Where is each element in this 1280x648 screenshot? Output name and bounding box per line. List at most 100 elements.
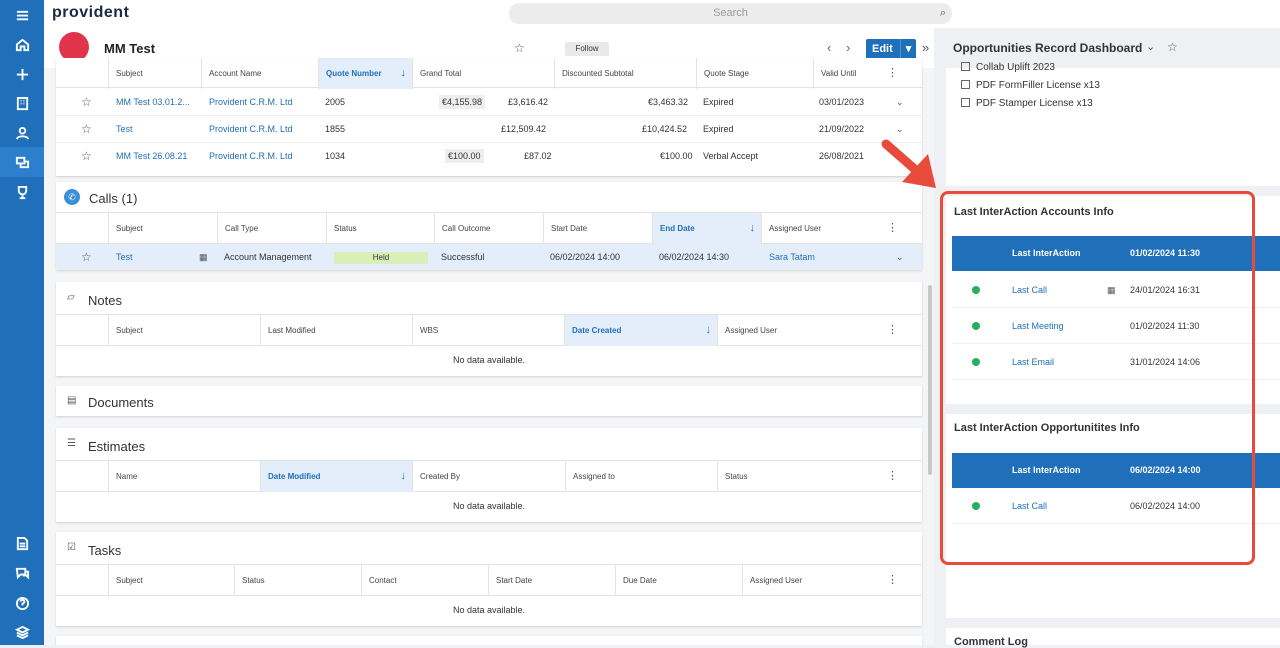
chevron-down-icon[interactable]: ▾ bbox=[900, 39, 916, 59]
sort-arrow-icon[interactable]: ↓ bbox=[401, 58, 407, 89]
comment-log-title[interactable]: Comment Log bbox=[954, 636, 1028, 648]
quote-number: 1855 bbox=[325, 124, 346, 134]
column-date-created[interactable]: Date Created ↓ bbox=[564, 315, 717, 346]
quote-subject-link[interactable]: MM Test 03.01.2... bbox=[116, 89, 190, 116]
column-date-modified[interactable]: Date Modified ↓ bbox=[260, 461, 412, 492]
column-status[interactable]: Status bbox=[234, 565, 361, 596]
favorite-star-icon[interactable]: ☆ bbox=[514, 41, 525, 55]
column-assigned-to[interactable]: Assigned to bbox=[565, 461, 717, 492]
license-label: Collab Uplift 2023 bbox=[976, 62, 1055, 73]
column-assigned-user[interactable]: Assigned User bbox=[742, 565, 883, 596]
column-start-date[interactable]: Start Date bbox=[488, 565, 615, 596]
previous-record-icon[interactable]: ‹ bbox=[827, 40, 831, 55]
menu-icon[interactable] bbox=[0, 0, 44, 30]
sort-arrow-icon[interactable]: ↓ bbox=[750, 213, 756, 244]
help-icon[interactable] bbox=[0, 588, 44, 618]
document-icon[interactable] bbox=[0, 528, 44, 558]
table-row[interactable]: ☆ MM Test 03.01.2... Provident C.R.M. Lt… bbox=[56, 89, 922, 116]
column-end-date[interactable]: End Date ↓ bbox=[652, 213, 761, 244]
column-status[interactable]: Status bbox=[717, 461, 883, 492]
column-name[interactable]: Name bbox=[108, 461, 260, 492]
table-row[interactable]: ☆ MM Test 26.08.21 Provident C.R.M. Ltd … bbox=[56, 143, 922, 170]
column-start-date[interactable]: Start Date bbox=[543, 213, 652, 244]
building-icon[interactable] bbox=[0, 88, 44, 118]
user-icon[interactable] bbox=[0, 118, 44, 148]
chevron-down-icon[interactable]: ⌄ bbox=[896, 244, 904, 271]
column-created-by[interactable]: Created By bbox=[412, 461, 565, 492]
quote-number: 1034 bbox=[325, 151, 346, 161]
column-assigned-user[interactable]: Assigned User bbox=[717, 315, 883, 346]
account-link[interactable]: Provident C.R.M. Ltd bbox=[209, 89, 293, 116]
notes-title[interactable]: Notes bbox=[88, 293, 122, 308]
dashboard-title[interactable]: Opportunities Record Dashboard bbox=[953, 41, 1142, 55]
follow-button[interactable]: Follow bbox=[565, 42, 609, 56]
search-icon[interactable]: ⌕ bbox=[940, 3, 946, 24]
column-wbs[interactable]: WBS bbox=[412, 315, 564, 346]
column-account-name[interactable]: Account Name bbox=[201, 58, 318, 89]
scrollbar[interactable] bbox=[928, 285, 932, 475]
column-subject[interactable]: Subject bbox=[108, 565, 234, 596]
column-assigned-user[interactable]: Assigned User bbox=[761, 213, 871, 244]
next-record-icon[interactable]: › bbox=[846, 40, 850, 55]
home-icon[interactable] bbox=[0, 29, 44, 59]
layout-icon[interactable]: ▦ bbox=[199, 244, 208, 271]
end-date: 06/02/2024 14:30 bbox=[659, 252, 730, 262]
star-icon[interactable]: ☆ bbox=[81, 116, 92, 143]
trophy-icon[interactable] bbox=[0, 177, 44, 207]
column-subject[interactable]: Subject bbox=[108, 315, 260, 346]
more-options-icon[interactable]: ⋮ bbox=[887, 461, 898, 492]
favorite-star-icon[interactable]: ☆ bbox=[1167, 40, 1178, 54]
star-icon[interactable]: ☆ bbox=[81, 143, 92, 170]
documents-title[interactable]: Documents bbox=[88, 395, 154, 410]
more-options-icon[interactable]: ⋮ bbox=[887, 565, 898, 596]
notes-column-headers: Subject Last Modified WBS Date Created ↓ … bbox=[56, 314, 922, 346]
estimates-column-headers: Name Date Modified ↓ Created By Assigned … bbox=[56, 460, 922, 492]
column-valid-until[interactable]: Valid Until bbox=[813, 58, 883, 89]
column-last-modified[interactable]: Last Modified bbox=[260, 315, 412, 346]
collapse-panel-icon[interactable]: » bbox=[922, 40, 929, 55]
column-call-type[interactable]: Call Type bbox=[217, 213, 326, 244]
search-input[interactable]: Search ⌕ bbox=[509, 3, 952, 24]
more-options-icon[interactable]: ⋮ bbox=[887, 315, 898, 346]
column-discounted-subtotal[interactable]: Discounted Subtotal bbox=[554, 58, 696, 89]
quote-subject-link[interactable]: Test bbox=[116, 116, 133, 143]
column-contact[interactable]: Contact bbox=[361, 565, 488, 596]
table-row[interactable]: ☆ Test Provident C.R.M. Ltd 1855 £12,509… bbox=[56, 116, 922, 143]
column-subject[interactable]: Subject bbox=[108, 58, 201, 89]
layers-icon[interactable] bbox=[0, 617, 44, 647]
column-quote-number[interactable]: Quote Number ↓ bbox=[318, 58, 412, 89]
valid-until: 26/08/2021 bbox=[819, 151, 865, 161]
status-badge: Held bbox=[334, 252, 428, 264]
calls-title[interactable]: Calls (1) bbox=[89, 191, 137, 206]
chevron-down-icon[interactable]: ⌄ bbox=[1146, 40, 1155, 53]
star-icon[interactable]: ☆ bbox=[81, 89, 92, 116]
edit-button[interactable]: Edit ▾ bbox=[866, 39, 916, 59]
column-call-outcome[interactable]: Call Outcome bbox=[434, 213, 543, 244]
column-grand-total[interactable]: Grand Total bbox=[412, 58, 554, 89]
column-due-date[interactable]: Due Date bbox=[615, 565, 742, 596]
more-options-icon[interactable]: ⋮ bbox=[887, 213, 898, 244]
sort-arrow-icon[interactable]: ↓ bbox=[401, 461, 407, 492]
provident-logo[interactable]: provident bbox=[52, 4, 129, 22]
chevron-down-icon[interactable]: ⌄ bbox=[896, 89, 904, 116]
plus-icon[interactable] bbox=[0, 59, 44, 89]
column-status[interactable]: Status bbox=[326, 213, 434, 244]
more-options-icon[interactable]: ⋮ bbox=[887, 58, 898, 89]
license-item: Collab Uplift 2023 bbox=[961, 62, 1055, 73]
column-quote-stage[interactable]: Quote Stage bbox=[696, 58, 813, 89]
assigned-user-link[interactable]: Sara Tatam bbox=[769, 244, 815, 271]
call-subject-link[interactable]: Test bbox=[116, 244, 133, 271]
estimates-title[interactable]: Estimates bbox=[88, 439, 145, 454]
account-link[interactable]: Provident C.R.M. Ltd bbox=[209, 116, 293, 143]
document-icon: ▤ bbox=[67, 395, 77, 406]
table-row[interactable]: ☆ Test ▦ Account Management Held Success… bbox=[56, 244, 922, 270]
tasks-title[interactable]: Tasks bbox=[88, 543, 121, 558]
star-icon[interactable]: ☆ bbox=[81, 244, 92, 271]
quote-subject-link[interactable]: MM Test 26.08.21 bbox=[116, 143, 187, 170]
account-link[interactable]: Provident C.R.M. Ltd bbox=[209, 143, 293, 170]
opportunities-icon[interactable] bbox=[0, 147, 44, 177]
column-subject[interactable]: Subject bbox=[108, 213, 217, 244]
chat-icon[interactable] bbox=[0, 558, 44, 588]
sort-arrow-icon[interactable]: ↓ bbox=[706, 315, 712, 346]
list-icon: ☰ bbox=[67, 438, 76, 449]
